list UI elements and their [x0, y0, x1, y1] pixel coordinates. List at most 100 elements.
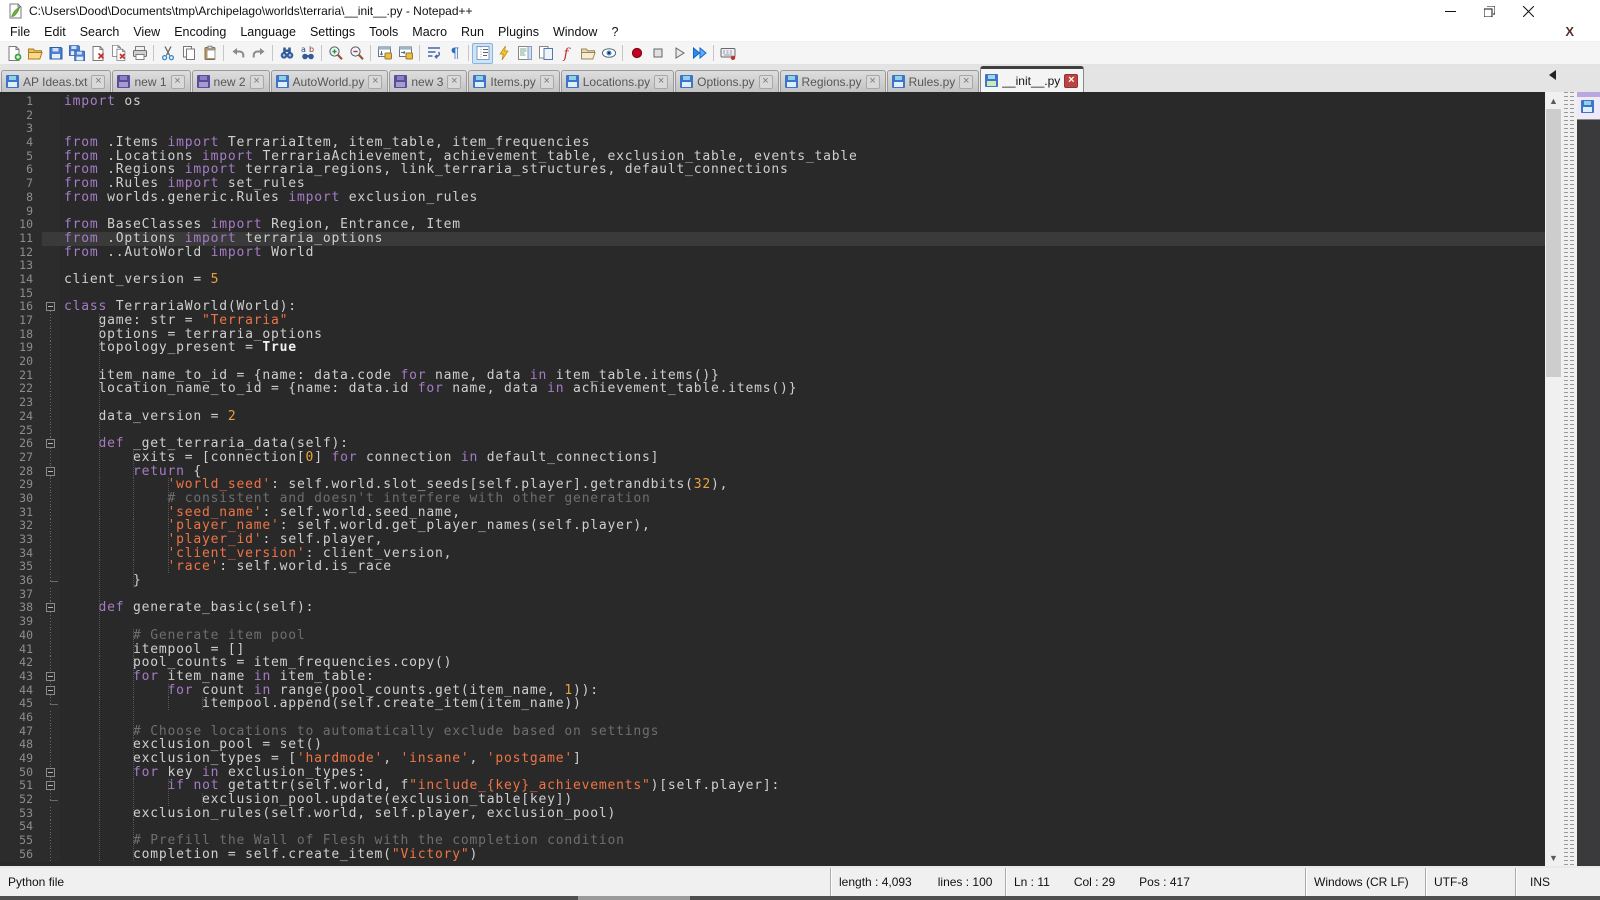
- tab-close-icon[interactable]: ×: [91, 75, 105, 89]
- code-text[interactable]: from .Locations import TerrariaAchieveme…: [60, 150, 1545, 164]
- code-line-48[interactable]: 48 exclusion_pool = set(): [0, 738, 1545, 752]
- document-map-icon[interactable]: [514, 43, 535, 64]
- copy-icon[interactable]: [178, 43, 199, 64]
- code-line-40[interactable]: 40 # Generate item pool: [0, 629, 1545, 643]
- fold-collapse-icon[interactable]: [42, 465, 60, 479]
- tab-new-3[interactable]: new 3×: [389, 70, 467, 92]
- code-text[interactable]: def _get_terraria_data(self):: [60, 437, 1545, 451]
- code-text[interactable]: }: [60, 574, 1545, 588]
- tab-ap-ideas-txt[interactable]: AP Ideas.txt×: [1, 70, 111, 92]
- code-text[interactable]: client_version = 5: [60, 273, 1545, 287]
- code-line-16[interactable]: 16class TerrariaWorld(World):: [0, 300, 1545, 314]
- code-line-51[interactable]: 51 if not getattr(self.world, f"include_…: [0, 779, 1545, 793]
- code-line-19[interactable]: 19 topology_present = True: [0, 341, 1545, 355]
- code-line-53[interactable]: 53 exclusion_rules(self.world, self.play…: [0, 807, 1545, 821]
- code-line-8[interactable]: 8from worlds.generic.Rules import exclus…: [0, 191, 1545, 205]
- code-line-5[interactable]: 5from .Locations import TerrariaAchievem…: [0, 150, 1545, 164]
- tab-close-icon[interactable]: ×: [1064, 74, 1078, 88]
- minimize-button[interactable]: [1431, 0, 1470, 22]
- code-line-46[interactable]: 46: [0, 711, 1545, 725]
- menu-search[interactable]: Search: [73, 23, 127, 41]
- code-line-37[interactable]: 37: [0, 588, 1545, 602]
- print-icon[interactable]: [129, 43, 150, 64]
- code-text[interactable]: itempool.append(self.create_item(item_na…: [60, 697, 1545, 711]
- macro-play-icon[interactable]: [668, 43, 689, 64]
- menu-run[interactable]: Run: [454, 23, 491, 41]
- code-line-9[interactable]: 9: [0, 205, 1545, 219]
- code-line-18[interactable]: 18 options = terraria_options: [0, 328, 1545, 342]
- indent-guide-icon[interactable]: [472, 43, 493, 64]
- code-line-35[interactable]: 35 'race': self.world.is_race: [0, 560, 1545, 574]
- doc-list-icon[interactable]: [535, 43, 556, 64]
- code-text[interactable]: from worlds.generic.Rules import exclusi…: [60, 191, 1545, 205]
- fold-collapse-icon[interactable]: [42, 601, 60, 615]
- code-line-54[interactable]: 54: [0, 820, 1545, 834]
- status-insert-mode[interactable]: INS: [1515, 868, 1600, 896]
- code-line-11[interactable]: 11from .Options import terraria_options: [0, 232, 1545, 246]
- code-line-2[interactable]: 2: [0, 109, 1545, 123]
- macro-stop-icon[interactable]: [647, 43, 668, 64]
- word-wrap-icon[interactable]: [423, 43, 444, 64]
- menu-plugins[interactable]: Plugins: [491, 23, 546, 41]
- code-editor[interactable]: 1import os234from .Items import Terraria…: [0, 92, 1545, 866]
- macro-record-icon[interactable]: [626, 43, 647, 64]
- cut-icon[interactable]: [157, 43, 178, 64]
- code-text[interactable]: [60, 588, 1545, 602]
- code-text[interactable]: exclusion_pool = set(): [60, 738, 1545, 752]
- code-text[interactable]: [60, 615, 1545, 629]
- code-line-31[interactable]: 31 'seed_name': self.world.seed_name,: [0, 506, 1545, 520]
- code-text[interactable]: from .Items import TerrariaItem, item_ta…: [60, 136, 1545, 150]
- show-all-chars-icon[interactable]: ¶: [444, 43, 465, 64]
- code-line-14[interactable]: 14client_version = 5: [0, 273, 1545, 287]
- code-line-17[interactable]: 17 game: str = "Terraria": [0, 314, 1545, 328]
- code-line-52[interactable]: 52 exclusion_pool.update(exclusion_table…: [0, 793, 1545, 807]
- code-line-33[interactable]: 33 'player_id': self.player,: [0, 533, 1545, 547]
- close-all-icon[interactable]: [108, 43, 129, 64]
- new-file-icon[interactable]: [3, 43, 24, 64]
- code-text[interactable]: [60, 287, 1545, 301]
- code-text[interactable]: exits = [connection[0] for connection in…: [60, 451, 1545, 465]
- zoom-in-icon[interactable]: [325, 43, 346, 64]
- code-line-6[interactable]: 6from .Regions import terraria_regions, …: [0, 163, 1545, 177]
- redo-icon[interactable]: [248, 43, 269, 64]
- menu-language[interactable]: Language: [233, 23, 303, 41]
- code-line-15[interactable]: 15: [0, 287, 1545, 301]
- code-line-45[interactable]: 45 itempool.append(self.create_item(item…: [0, 697, 1545, 711]
- code-text[interactable]: exclusion_types = ['hardmode', 'insane',…: [60, 752, 1545, 766]
- code-line-41[interactable]: 41 itempool = []: [0, 643, 1545, 657]
- code-text[interactable]: [60, 259, 1545, 273]
- tab-close-icon[interactable]: ×: [654, 75, 668, 89]
- tab-regions-py[interactable]: Regions.py×: [780, 70, 886, 92]
- menu-view[interactable]: View: [126, 23, 167, 41]
- menu-window[interactable]: Window: [546, 23, 604, 41]
- code-text[interactable]: pool_counts = item_frequencies.copy(): [60, 656, 1545, 670]
- tab-new-1[interactable]: new 1×: [112, 70, 190, 92]
- status-encoding[interactable]: UTF-8: [1425, 868, 1515, 896]
- macro-run-multi-icon[interactable]: [689, 43, 710, 64]
- code-line-25[interactable]: 25: [0, 424, 1545, 438]
- menu-tools[interactable]: Tools: [362, 23, 405, 41]
- code-text[interactable]: [60, 122, 1545, 136]
- macro-save-icon[interactable]: [717, 43, 738, 64]
- code-line-39[interactable]: 39: [0, 615, 1545, 629]
- code-text[interactable]: location_name_to_id = {name: data.id for…: [60, 382, 1545, 396]
- code-text[interactable]: from .Regions import terraria_regions, l…: [60, 163, 1545, 177]
- tab-close-icon[interactable]: ×: [959, 75, 973, 89]
- code-text[interactable]: [60, 396, 1545, 410]
- code-line-10[interactable]: 10from BaseClasses import Region, Entran…: [0, 218, 1545, 232]
- code-line-34[interactable]: 34 'client_version': client_version,: [0, 547, 1545, 561]
- menu-encoding[interactable]: Encoding: [167, 23, 233, 41]
- code-text[interactable]: [60, 820, 1545, 834]
- fold-collapse-icon[interactable]: [42, 779, 60, 793]
- tab-locations-py[interactable]: Locations.py×: [561, 70, 674, 92]
- vertical-scrollbar[interactable]: ▲ ▼: [1545, 92, 1562, 866]
- fold-collapse-icon[interactable]: [42, 670, 60, 684]
- code-line-29[interactable]: 29 'world_seed': self.world.slot_seeds[s…: [0, 478, 1545, 492]
- code-line-7[interactable]: 7from .Rules import set_rules: [0, 177, 1545, 191]
- code-text[interactable]: completion = self.create_item("Victory"): [60, 848, 1545, 862]
- code-line-24[interactable]: 24 data_version = 2: [0, 410, 1545, 424]
- sync-scroll-h-icon[interactable]: [395, 43, 416, 64]
- find-icon[interactable]: [276, 43, 297, 64]
- code-text[interactable]: 'client_version': client_version,: [60, 547, 1545, 561]
- save-all-icon[interactable]: [66, 43, 87, 64]
